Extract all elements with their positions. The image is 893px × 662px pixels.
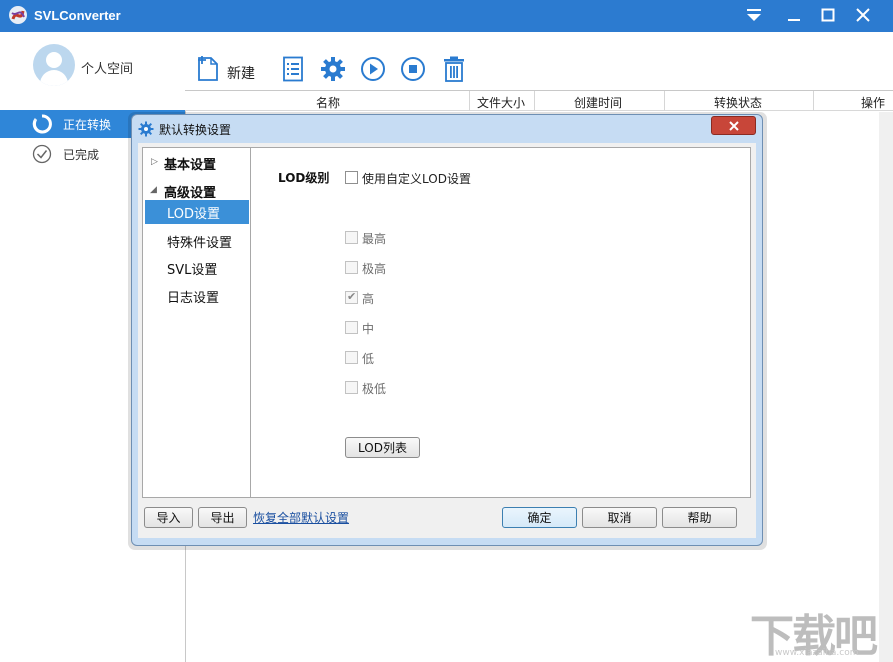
maximize-button[interactable] — [810, 0, 846, 30]
column-separator[interactable] — [664, 91, 665, 111]
cancel-button[interactable]: 取消 — [582, 507, 657, 528]
check-circle-icon — [32, 144, 52, 164]
gear-icon — [138, 121, 154, 137]
tree-item-lod[interactable]: LOD设置 — [167, 203, 220, 222]
task-list-button[interactable] — [278, 52, 308, 86]
help-button[interactable]: 帮助 — [662, 507, 737, 528]
lod-level-label: LOD级别 — [278, 171, 330, 185]
collapsed-arrow-icon[interactable]: ▷ — [151, 157, 158, 167]
add-file-icon — [198, 56, 218, 81]
column-separator[interactable] — [534, 91, 535, 111]
column-header-size[interactable]: 文件大小 — [477, 94, 525, 111]
lod-very-low-checkbox[interactable] — [345, 381, 358, 394]
close-icon — [856, 8, 870, 22]
column-header-status[interactable]: 转换状态 — [714, 94, 762, 111]
expanded-arrow-icon[interactable]: ◢ — [150, 185, 157, 195]
import-button[interactable]: 导入 — [144, 507, 193, 528]
sidebar-item-label: 已完成 — [63, 148, 100, 162]
sidebar-item-label: 正在转换 — [63, 118, 112, 132]
lod-highest-checkbox[interactable] — [345, 231, 358, 244]
delete-button[interactable] — [439, 52, 469, 86]
vertical-scrollbar[interactable] — [879, 112, 893, 662]
restore-defaults-link[interactable]: 恢复全部默认设置 — [253, 509, 349, 526]
settings-button[interactable] — [318, 52, 348, 86]
refresh-icon — [32, 114, 52, 134]
list-icon — [283, 56, 303, 82]
lod-list-button[interactable]: LOD列表 — [345, 437, 420, 458]
lod-very-high-checkbox[interactable] — [345, 261, 358, 274]
checkmark-icon: ✔ — [347, 290, 357, 303]
lod-highest-label: 最高 — [362, 232, 387, 246]
tree-item-log[interactable]: 日志设置 — [167, 287, 219, 306]
avatar-body — [40, 70, 68, 86]
new-button-label[interactable]: 新建 — [227, 63, 255, 83]
window-title: SVLConverter — [34, 8, 121, 23]
column-header-created[interactable]: 创建时间 — [574, 94, 622, 111]
table-header — [185, 91, 893, 111]
export-button[interactable]: 导出 — [198, 507, 247, 528]
dialog-close-button[interactable] — [711, 116, 756, 135]
title-bar: SVLConverter — [0, 0, 893, 32]
new-button[interactable] — [193, 52, 223, 86]
lod-settings-panel — [250, 147, 751, 498]
lod-medium-label: 中 — [362, 322, 375, 336]
avatar[interactable] — [33, 44, 75, 86]
maximize-icon — [821, 8, 835, 22]
stop-button[interactable] — [398, 52, 428, 86]
tree-item-advanced[interactable]: 高级设置 — [164, 182, 216, 201]
play-icon — [361, 57, 385, 81]
custom-lod-label[interactable]: 使用自定义LOD设置 — [362, 170, 471, 187]
ok-button[interactable]: 确定 — [502, 507, 577, 528]
tree-item-svl[interactable]: SVL设置 — [167, 259, 217, 278]
lod-high-label: 高 — [362, 292, 375, 306]
chevron-down-icon — [747, 9, 761, 21]
column-separator[interactable] — [813, 91, 814, 111]
lod-low-label: 低 — [362, 352, 375, 366]
gear-icon — [321, 57, 345, 81]
minimize-button[interactable] — [776, 0, 812, 30]
dropdown-menu-button[interactable] — [736, 0, 772, 30]
lod-high-checkbox[interactable]: ✔ — [345, 290, 358, 304]
start-button[interactable] — [358, 52, 388, 86]
trash-icon — [444, 56, 464, 82]
close-icon — [728, 120, 739, 131]
dialog-title: 默认转换设置 — [159, 123, 232, 137]
column-header-actions[interactable]: 操作 — [861, 94, 885, 111]
avatar-head — [46, 52, 62, 68]
watermark-url: www.xiazaiba.com — [775, 648, 859, 658]
tree-item-basic[interactable]: 基本设置 — [164, 154, 216, 173]
stop-icon — [401, 57, 425, 81]
tree-item-special-parts[interactable]: 特殊件设置 — [167, 232, 232, 251]
lod-very-low-label: 极低 — [362, 382, 387, 396]
user-space-label[interactable]: 个人空间 — [81, 58, 133, 77]
minimize-icon — [788, 19, 800, 21]
custom-lod-checkbox[interactable] — [345, 171, 358, 184]
close-window-button[interactable] — [845, 0, 881, 30]
lod-medium-checkbox[interactable] — [345, 321, 358, 334]
lod-low-checkbox[interactable] — [345, 351, 358, 364]
lod-very-high-label: 极高 — [362, 262, 387, 276]
column-separator[interactable] — [469, 91, 470, 111]
column-header-name[interactable]: 名称 — [316, 94, 340, 111]
app-logo-icon — [9, 6, 27, 24]
